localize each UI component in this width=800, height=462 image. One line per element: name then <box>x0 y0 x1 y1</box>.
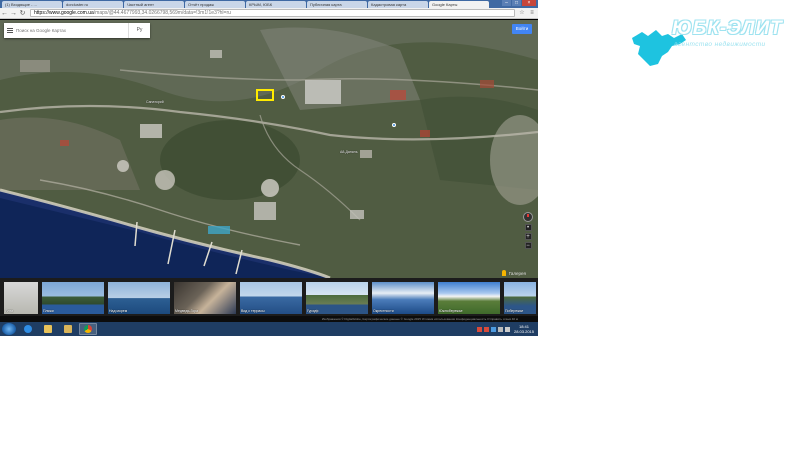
browser-tab[interactable]: (1) Входящие - ... <box>2 1 62 8</box>
maximize-icon[interactable]: □ <box>512 0 521 6</box>
poi-label[interactable]: Ай-Даниль <box>340 150 358 154</box>
explorer-taskbar-icon[interactable] <box>39 323 57 335</box>
chrome-taskbar-icon[interactable] <box>79 323 97 335</box>
photo-caption: Ялта <box>5 309 14 313</box>
zoom-out-button[interactable]: − <box>524 242 532 249</box>
system-tray: 18:41 28.03.2015 <box>475 324 534 334</box>
map-controls: • + − <box>523 212 533 249</box>
forward-icon[interactable]: → <box>9 9 18 18</box>
window-controls: – □ × <box>501 0 536 6</box>
photo-caption: Над морем <box>109 309 128 313</box>
minimize-icon[interactable]: – <box>502 0 511 6</box>
clock-date: 28.03.2015 <box>513 329 534 334</box>
browser-tab[interactable]: dorcluster.ru <box>63 1 123 8</box>
close-icon[interactable]: × <box>522 0 536 6</box>
pegman-icon <box>501 270 506 276</box>
hamburger-menu-icon[interactable] <box>4 23 16 38</box>
photo-thumbnail[interactable]: Окрестности <box>372 282 434 314</box>
browser-tab[interactable]: КРЫМ, ЮБК <box>246 1 306 8</box>
photos-label: Галерея <box>508 270 526 276</box>
photo-thumbnail[interactable]: Ялта <box>4 282 38 314</box>
selected-plot-marker <box>256 89 274 101</box>
photo-thumbnail[interactable]: Гурзуф <box>306 282 368 314</box>
map-pin-icon[interactable] <box>281 95 285 99</box>
photo-thumbnail[interactable]: Южнобережье <box>438 282 500 314</box>
browser-tab[interactable]: Кадастровая карта <box>368 1 428 8</box>
address-bar[interactable]: https://www.google.com.ua/maps/@44.46779… <box>30 9 515 17</box>
company-logo: ЮБК-ЭЛИТ агентство недвижимости <box>628 14 788 74</box>
browser-tab[interactable]: Частный агент <box>124 1 184 8</box>
back-icon[interactable]: ← <box>0 9 9 18</box>
compass-icon[interactable] <box>523 212 533 222</box>
tray-app-icon[interactable] <box>476 326 482 332</box>
photo-thumbnail[interactable]: Пляжи <box>42 282 104 314</box>
photo-thumbnail[interactable]: Над морем <box>108 282 170 314</box>
tray-app-icon[interactable] <box>490 326 496 332</box>
ie-taskbar-icon[interactable] <box>19 323 37 335</box>
photo-caption: Гурзуф <box>307 309 319 313</box>
volume-icon[interactable] <box>504 326 510 332</box>
browser-toolbar: ← → ↻ https://www.google.com.ua/maps/@44… <box>0 8 538 19</box>
photo-caption: Пляжи <box>43 309 54 313</box>
photo-thumbnail[interactable]: Медведь-Гора <box>174 282 236 314</box>
map-imagery <box>0 20 538 278</box>
map-pin-icon[interactable] <box>392 123 396 127</box>
photo-caption: Медведь-Гора <box>175 309 199 313</box>
logo-subtitle: агентство недвижимости <box>674 41 766 48</box>
star-icon[interactable]: ☆ <box>518 9 526 17</box>
tray-app-icon[interactable] <box>483 326 489 332</box>
signin-button[interactable]: Войти <box>512 24 532 34</box>
windows-taskbar: 18:41 28.03.2015 <box>0 322 538 336</box>
satellite-map[interactable]: ⌕ Ру Войти Санаторий Ай-Даниль • + − Гал… <box>0 20 538 278</box>
photo-caption: Вид с террасы <box>241 309 265 313</box>
browser-tab-bar: (1) Входящие - ... dorcluster.ru Частный… <box>0 0 538 8</box>
desktop-screenshot: (1) Входящие - ... dorcluster.ru Частный… <box>0 0 538 336</box>
start-button[interactable] <box>2 323 16 335</box>
photo-strip: Ялта Пляжи Над морем Медведь-Гора Вид с … <box>0 278 538 320</box>
map-search-input[interactable] <box>16 24 128 37</box>
browser-tab[interactable]: Отчёт продаж <box>185 1 245 8</box>
photo-thumbnail[interactable]: Побережье <box>504 282 536 314</box>
reload-icon[interactable]: ↻ <box>18 9 27 18</box>
pegman-button[interactable]: • <box>524 224 532 231</box>
photo-caption: Окрестности <box>373 309 394 313</box>
menu-icon[interactable]: ≡ <box>528 9 536 17</box>
url-host: https://www.google.com.ua <box>34 10 94 16</box>
photo-thumbnail[interactable]: Вид с террасы <box>240 282 302 314</box>
photo-caption: Южнобережье <box>439 309 463 313</box>
layer-toggle[interactable]: Ру <box>128 23 150 38</box>
zoom-in-button[interactable]: + <box>524 233 532 240</box>
system-clock[interactable]: 18:41 28.03.2015 <box>514 324 534 334</box>
browser-tab[interactable]: Публичная карта <box>307 1 367 8</box>
logo-title: ЮБК-ЭЛИТ <box>672 18 783 39</box>
photos-toggle[interactable]: Галерея <box>501 270 526 276</box>
browser-tab-active[interactable]: Google Карты <box>429 1 489 8</box>
folder-taskbar-icon[interactable] <box>59 323 77 335</box>
network-icon[interactable] <box>497 326 503 332</box>
poi-label[interactable]: Санаторий <box>146 100 164 104</box>
url-path: /maps/@44.4677993,34.0266798,569m/data=!… <box>93 10 231 16</box>
photo-caption: Побережье <box>505 309 524 313</box>
